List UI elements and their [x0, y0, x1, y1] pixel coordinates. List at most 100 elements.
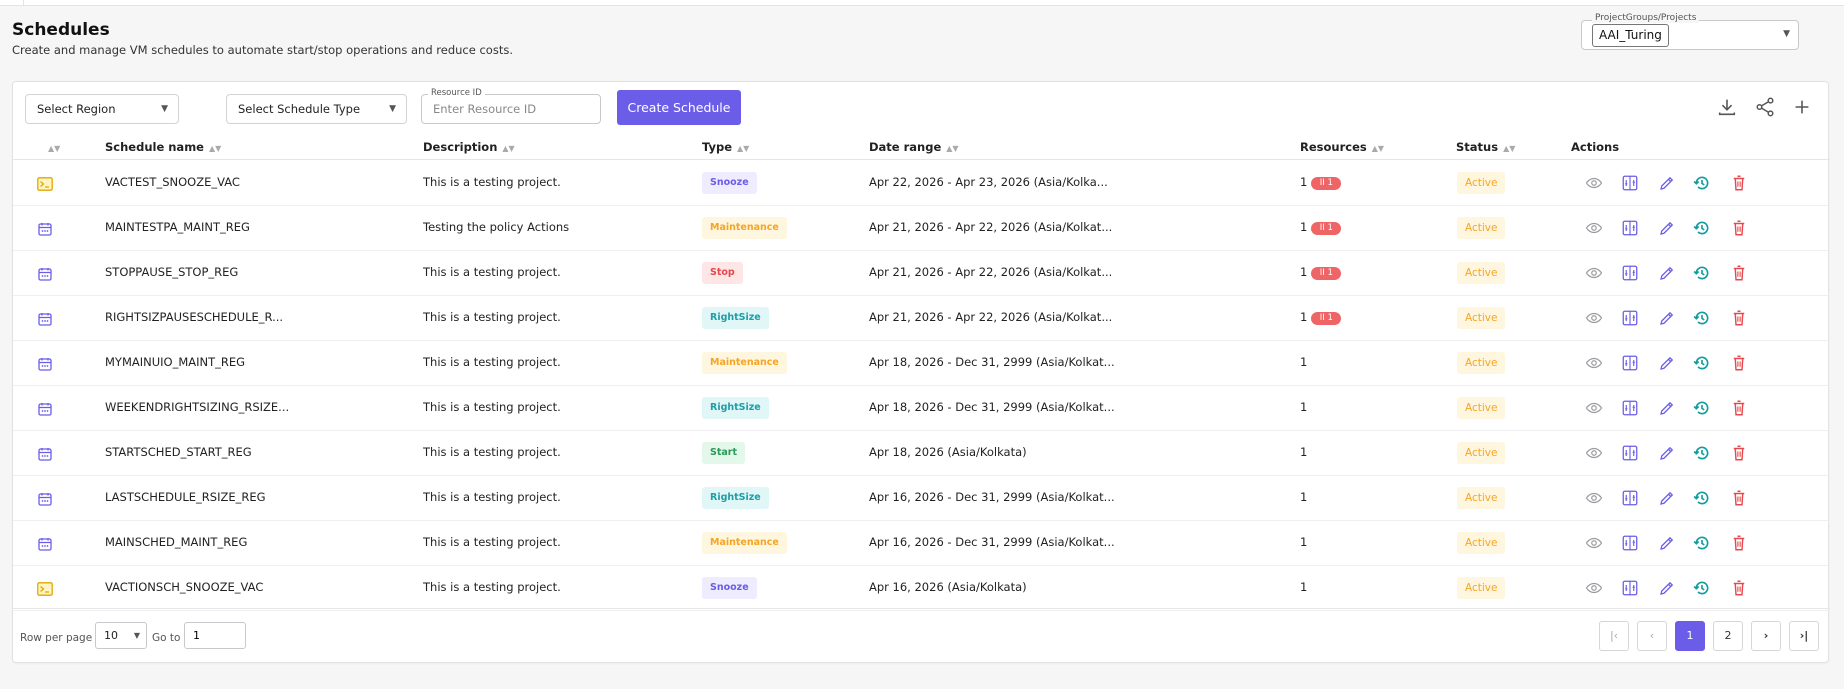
chevron-down-icon[interactable]: ▼: [1783, 29, 1790, 39]
download-icon[interactable]: [1716, 96, 1738, 118]
delete-icon[interactable]: [1730, 219, 1748, 237]
paused-resources-badge[interactable]: II 1: [1311, 177, 1342, 190]
compare-icon[interactable]: [1621, 489, 1639, 507]
schedule-name[interactable]: STOPPAUSE_STOP_REG: [105, 265, 238, 279]
history-icon[interactable]: [1693, 354, 1711, 372]
table-row[interactable]: RIGHTSIZPAUSESCHEDULE_R... This is a test…: [13, 296, 1830, 341]
table-row[interactable]: MAINTESTPA_MAINT_REG Testing the policy A…: [13, 206, 1830, 251]
rows-per-page-select[interactable]: 10 ▼: [95, 622, 147, 649]
next-page-button[interactable]: ›: [1751, 621, 1781, 651]
create-schedule-button[interactable]: Create Schedule: [617, 90, 741, 125]
schedule-name[interactable]: WEEKENDRIGHTSIZING_RSIZE...: [105, 400, 289, 414]
schedule-name[interactable]: MAINSCHED_MAINT_REG: [105, 535, 247, 549]
compare-icon[interactable]: [1621, 579, 1639, 597]
view-icon[interactable]: [1585, 309, 1603, 327]
view-icon[interactable]: [1585, 354, 1603, 372]
table-row[interactable]: WEEKENDRIGHTSIZING_RSIZE... This is a tes…: [13, 386, 1830, 431]
table-row[interactable]: VACTIONSCH_SNOOZE_VAC This is a testing p…: [13, 566, 1830, 611]
edit-icon[interactable]: [1658, 399, 1676, 417]
plus-icon[interactable]: [1791, 96, 1813, 118]
delete-icon[interactable]: [1730, 534, 1748, 552]
view-icon[interactable]: [1585, 489, 1603, 507]
history-icon[interactable]: [1693, 264, 1711, 282]
column-schedule-name[interactable]: Schedule name ▲▼: [105, 140, 221, 154]
last-page-button[interactable]: ›|: [1789, 621, 1819, 651]
compare-icon[interactable]: [1621, 444, 1639, 462]
sort-icon[interactable]: ▲▼: [43, 140, 60, 154]
edit-icon[interactable]: [1658, 579, 1676, 597]
view-icon[interactable]: [1585, 444, 1603, 462]
view-icon[interactable]: [1585, 219, 1603, 237]
page-2-button[interactable]: 2: [1713, 621, 1743, 651]
paused-resources-badge[interactable]: II 1: [1311, 222, 1342, 235]
schedule-name[interactable]: RIGHTSIZPAUSESCHEDULE_R...: [105, 310, 283, 324]
schedule-name[interactable]: MYMAINUIO_MAINT_REG: [105, 355, 245, 369]
column-description[interactable]: Description ▲▼: [423, 140, 515, 154]
view-icon[interactable]: [1585, 264, 1603, 282]
project-chip[interactable]: AAI_Turing: [1592, 24, 1669, 47]
history-icon[interactable]: [1693, 399, 1711, 417]
table-row[interactable]: STARTSCHED_START_REG This is a testing pr…: [13, 431, 1830, 476]
edit-icon[interactable]: [1658, 444, 1676, 462]
edit-icon[interactable]: [1658, 219, 1676, 237]
delete-icon[interactable]: [1730, 489, 1748, 507]
history-icon[interactable]: [1693, 489, 1711, 507]
first-page-button[interactable]: |‹: [1599, 621, 1629, 651]
paused-resources-badge[interactable]: II 1: [1311, 267, 1342, 280]
compare-icon[interactable]: [1621, 399, 1639, 417]
page-1-button[interactable]: 1: [1675, 621, 1705, 651]
edit-icon[interactable]: [1658, 174, 1676, 192]
delete-icon[interactable]: [1730, 579, 1748, 597]
edit-icon[interactable]: [1658, 489, 1676, 507]
schedule-name[interactable]: LASTSCHEDULE_RSIZE_REG: [105, 490, 266, 504]
table-row[interactable]: STOPPAUSE_STOP_REG This is a testing proj…: [13, 251, 1830, 296]
delete-icon[interactable]: [1730, 399, 1748, 417]
schedule-name[interactable]: MAINTESTPA_MAINT_REG: [105, 220, 250, 234]
delete-icon[interactable]: [1730, 309, 1748, 327]
column-type[interactable]: Type ▲▼: [702, 140, 749, 154]
history-icon[interactable]: [1693, 219, 1711, 237]
compare-icon[interactable]: [1621, 309, 1639, 327]
compare-icon[interactable]: [1621, 534, 1639, 552]
history-icon[interactable]: [1693, 579, 1711, 597]
edit-icon[interactable]: [1658, 534, 1676, 552]
resource-id-input[interactable]: [422, 95, 600, 123]
table-row[interactable]: MAINSCHED_MAINT_REG This is a testing pro…: [13, 521, 1830, 566]
history-icon[interactable]: [1693, 534, 1711, 552]
delete-icon[interactable]: [1730, 354, 1748, 372]
schedule-name[interactable]: VACTEST_SNOOZE_VAC: [105, 175, 240, 189]
share-icon[interactable]: [1754, 96, 1776, 118]
delete-icon[interactable]: [1730, 174, 1748, 192]
column-resources[interactable]: Resources ▲▼: [1300, 140, 1384, 154]
history-icon[interactable]: [1693, 174, 1711, 192]
region-select[interactable]: Select Region ▼: [25, 94, 179, 124]
schedule-type-select[interactable]: Select Schedule Type ▼: [226, 94, 407, 124]
column-date-range[interactable]: Date range ▲▼: [869, 140, 959, 154]
history-icon[interactable]: [1693, 309, 1711, 327]
edit-icon[interactable]: [1658, 264, 1676, 282]
column-status[interactable]: Status ▲▼: [1456, 140, 1515, 154]
goto-field[interactable]: [184, 622, 246, 649]
table-row[interactable]: VACTEST_SNOOZE_VAC This is a testing proj…: [13, 161, 1830, 206]
view-icon[interactable]: [1585, 174, 1603, 192]
edit-icon[interactable]: [1658, 354, 1676, 372]
paused-resources-badge[interactable]: II 1: [1311, 312, 1342, 325]
compare-icon[interactable]: [1621, 174, 1639, 192]
compare-icon[interactable]: [1621, 219, 1639, 237]
schedule-name[interactable]: VACTIONSCH_SNOOZE_VAC: [105, 580, 263, 594]
delete-icon[interactable]: [1730, 264, 1748, 282]
history-icon[interactable]: [1693, 444, 1711, 462]
view-icon[interactable]: [1585, 534, 1603, 552]
project-selector[interactable]: AAI_Turing ▼: [1581, 20, 1799, 50]
edit-icon[interactable]: [1658, 309, 1676, 327]
table-row[interactable]: MYMAINUIO_MAINT_REG This is a testing pro…: [13, 341, 1830, 386]
compare-icon[interactable]: [1621, 354, 1639, 372]
goto-input[interactable]: [185, 623, 245, 648]
view-icon[interactable]: [1585, 399, 1603, 417]
prev-page-button[interactable]: ‹: [1637, 621, 1667, 651]
view-icon[interactable]: [1585, 579, 1603, 597]
resource-id-field[interactable]: Resource ID: [421, 88, 601, 124]
schedule-name[interactable]: STARTSCHED_START_REG: [105, 445, 252, 459]
compare-icon[interactable]: [1621, 264, 1639, 282]
table-row[interactable]: LASTSCHEDULE_RSIZE_REG This is a testing …: [13, 476, 1830, 521]
